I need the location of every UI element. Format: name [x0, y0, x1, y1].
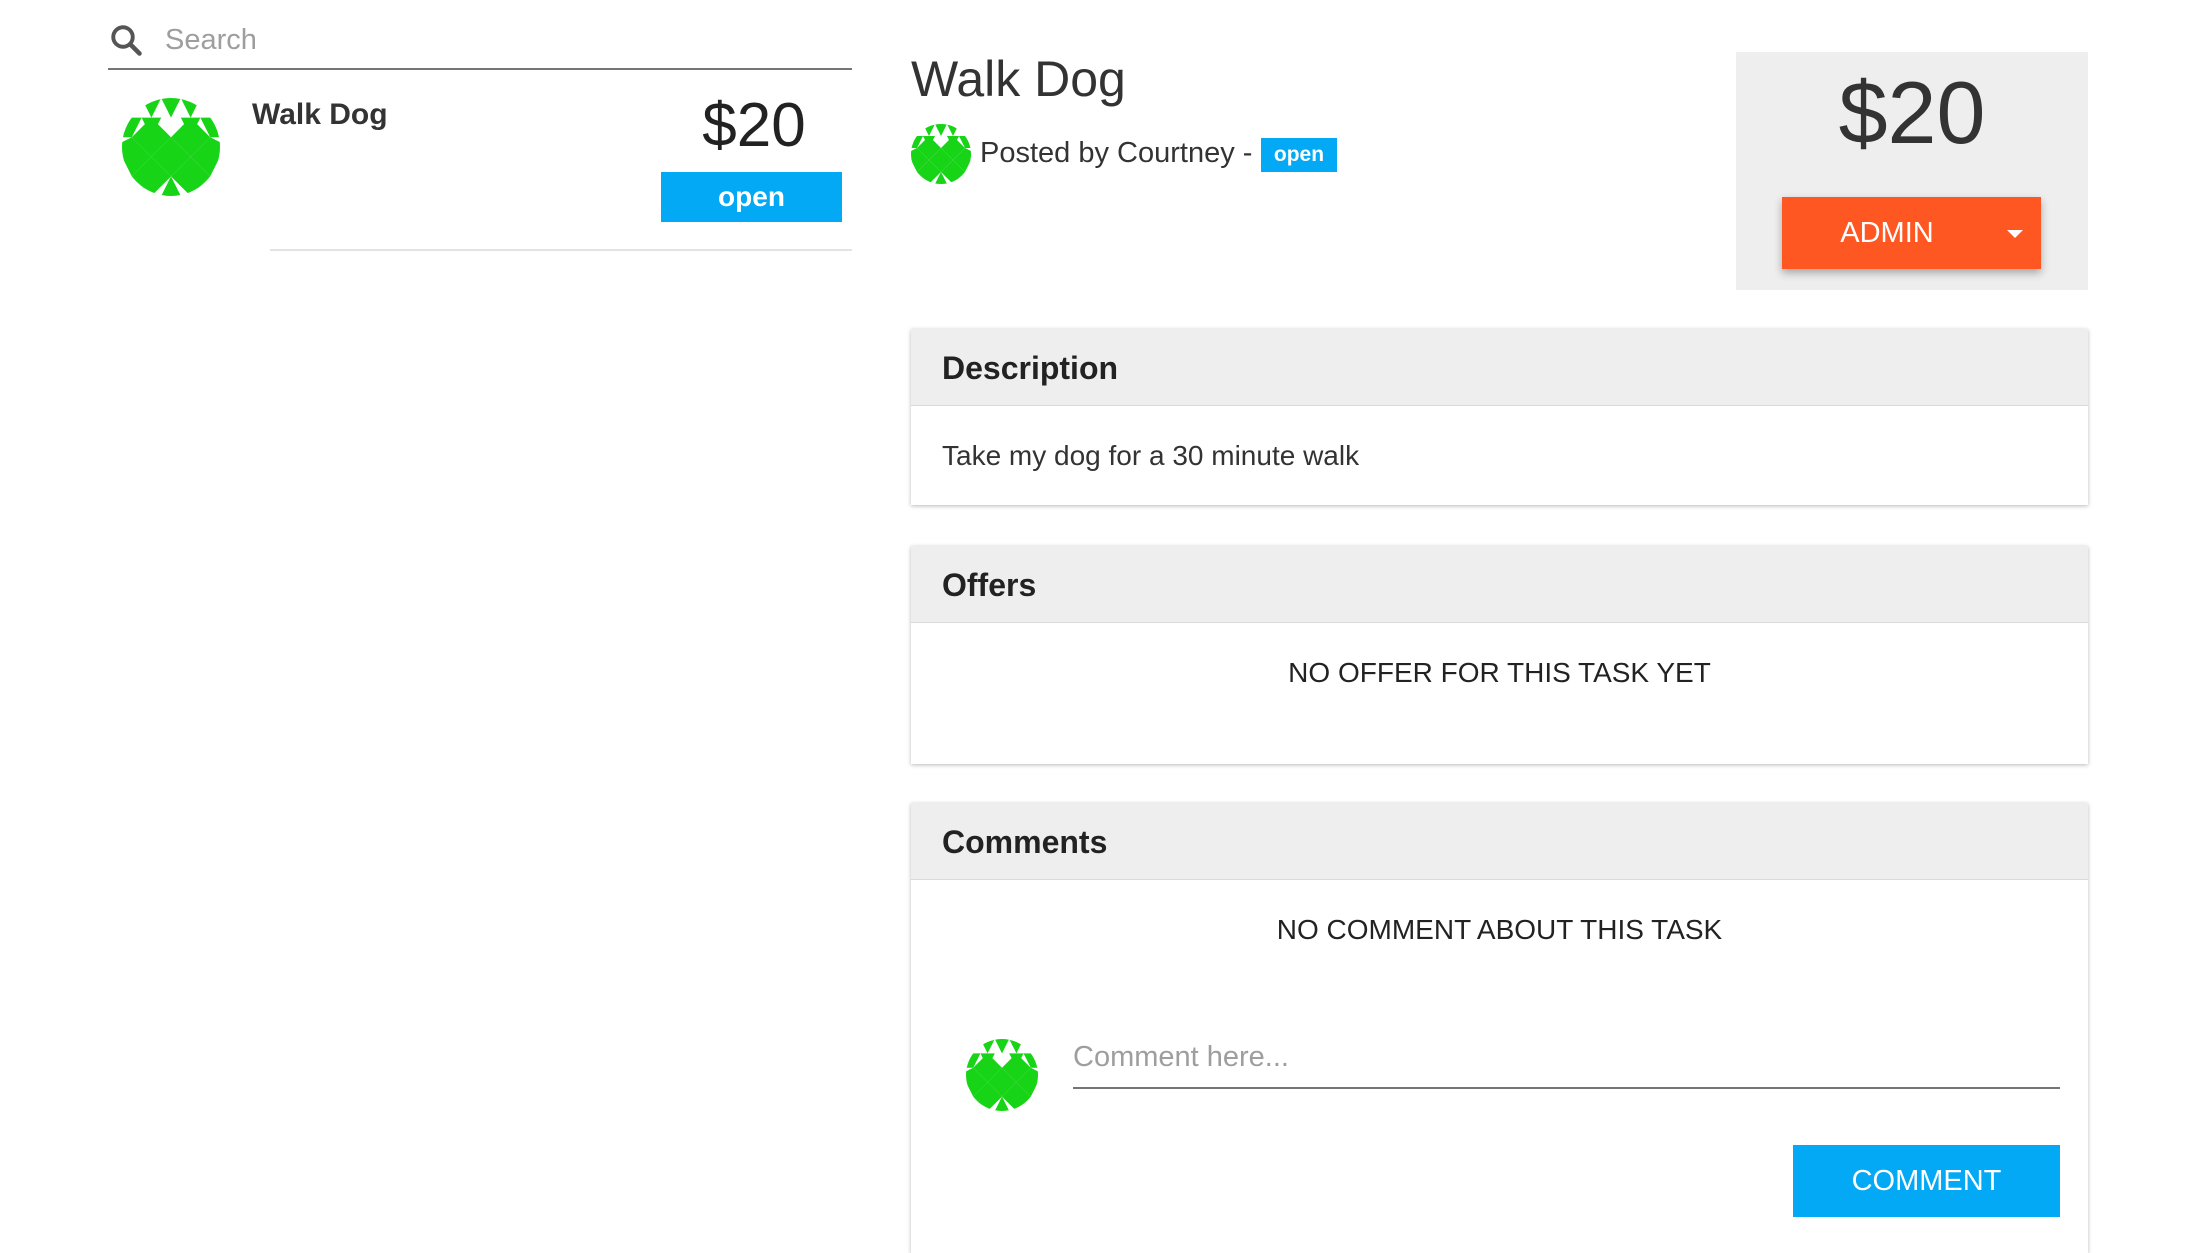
comments-card: Comments NO COMMENT ABOUT THIS TASK COMM… — [911, 803, 2088, 1253]
poster-avatar — [911, 124, 971, 184]
comment-input[interactable] — [1073, 1033, 2060, 1081]
search-icon[interactable] — [108, 22, 144, 58]
task-price: $20 — [1838, 63, 1986, 162]
card-header: Description — [911, 329, 2088, 406]
task-item-title: Walk Dog — [252, 98, 388, 131]
task-list-item[interactable]: Walk Dog $20 open — [108, 88, 852, 250]
user-avatar — [122, 98, 220, 196]
no-comment-message: NO COMMENT ABOUT THIS TASK — [1276, 914, 1723, 945]
description-header: Description — [942, 350, 1119, 386]
search-input[interactable] — [163, 14, 847, 66]
comments-header: Comments — [942, 824, 1108, 860]
offers-card: Offers NO OFFER FOR THIS TASK YET — [911, 546, 2088, 764]
task-title: Walk Dog — [911, 51, 1126, 107]
offers-header: Offers — [942, 567, 1037, 603]
description-card: Description Take my dog for a 30 minute … — [911, 329, 2088, 505]
admin-dropdown-button[interactable]: ADMIN — [1782, 197, 2041, 269]
admin-label: ADMIN — [1840, 216, 1934, 249]
task-item-price: $20 — [702, 91, 806, 160]
price-panel: $20 ADMIN — [1736, 52, 2088, 290]
status-badge: open — [1261, 138, 1337, 172]
card-header: Comments — [911, 803, 2088, 880]
comment-button[interactable]: COMMENT — [1793, 1145, 2060, 1217]
search-bar[interactable] — [108, 14, 852, 70]
current-user-avatar — [966, 1039, 1038, 1111]
list-divider — [270, 249, 852, 251]
no-offer-message: NO OFFER FOR THIS TASK YET — [1288, 657, 1711, 688]
caret-down-icon — [2007, 230, 2023, 238]
card-header: Offers — [911, 546, 2088, 623]
comment-field[interactable] — [1073, 1033, 2060, 1089]
description-text: Take my dog for a 30 minute walk — [942, 440, 1360, 471]
status-badge: open — [661, 172, 842, 222]
posted-by-text: Posted by Courtney - — [980, 137, 1253, 169]
